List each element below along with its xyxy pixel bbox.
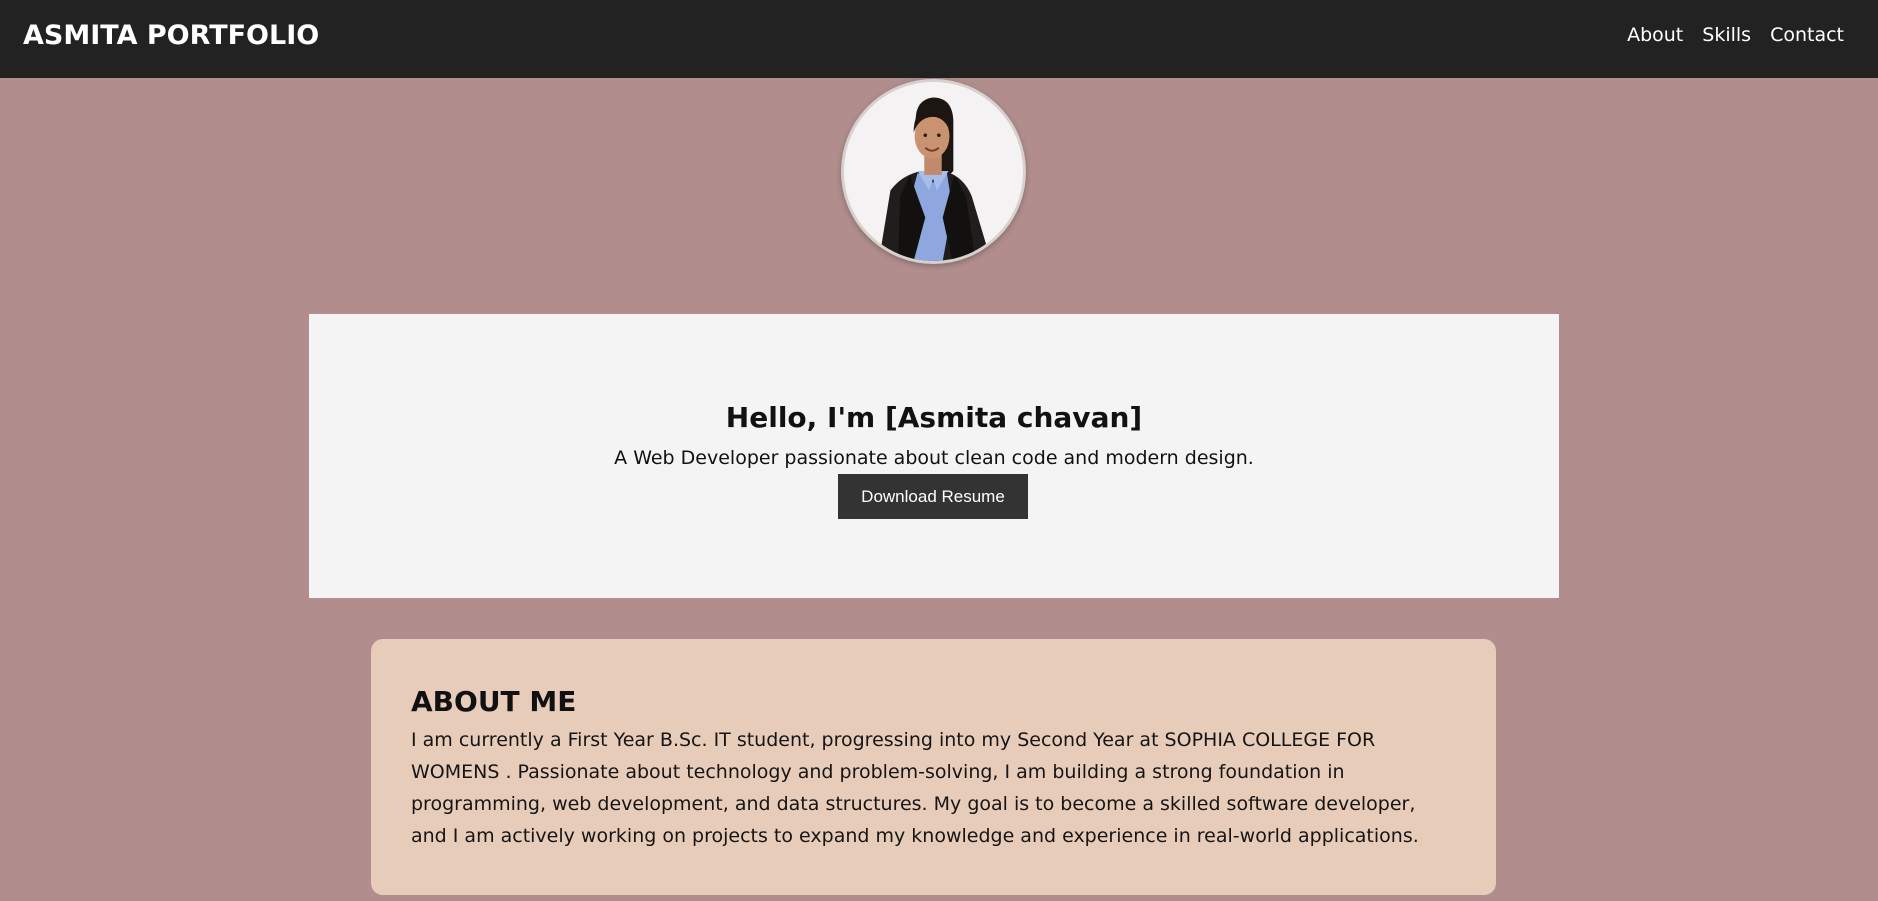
about-section: ABOUT ME I am currently a First Year B.S… bbox=[371, 639, 1496, 895]
hero-section: Hello, I'm [Asmita chavan] A Web Develop… bbox=[309, 314, 1559, 598]
download-resume-button[interactable]: Download Resume bbox=[838, 474, 1028, 519]
profile-avatar bbox=[841, 79, 1026, 264]
profile-photo-icon bbox=[844, 82, 1023, 261]
brand-logo[interactable]: ASMITA PORTFOLIO bbox=[23, 20, 319, 51]
hero-subtitle: A Web Developer passionate about clean c… bbox=[614, 447, 1254, 469]
about-heading: ABOUT ME bbox=[411, 685, 577, 718]
main-nav: About Skills Contact bbox=[1608, 24, 1844, 46]
nav-link-about[interactable]: About bbox=[1627, 24, 1683, 46]
about-text: I am currently a First Year B.Sc. IT stu… bbox=[411, 729, 1419, 847]
nav-link-contact[interactable]: Contact bbox=[1770, 24, 1844, 46]
hero-title: Hello, I'm [Asmita chavan] bbox=[725, 401, 1143, 434]
site-header: ASMITA PORTFOLIO About Skills Contact bbox=[0, 0, 1878, 78]
nav-link-skills[interactable]: Skills bbox=[1702, 24, 1751, 46]
